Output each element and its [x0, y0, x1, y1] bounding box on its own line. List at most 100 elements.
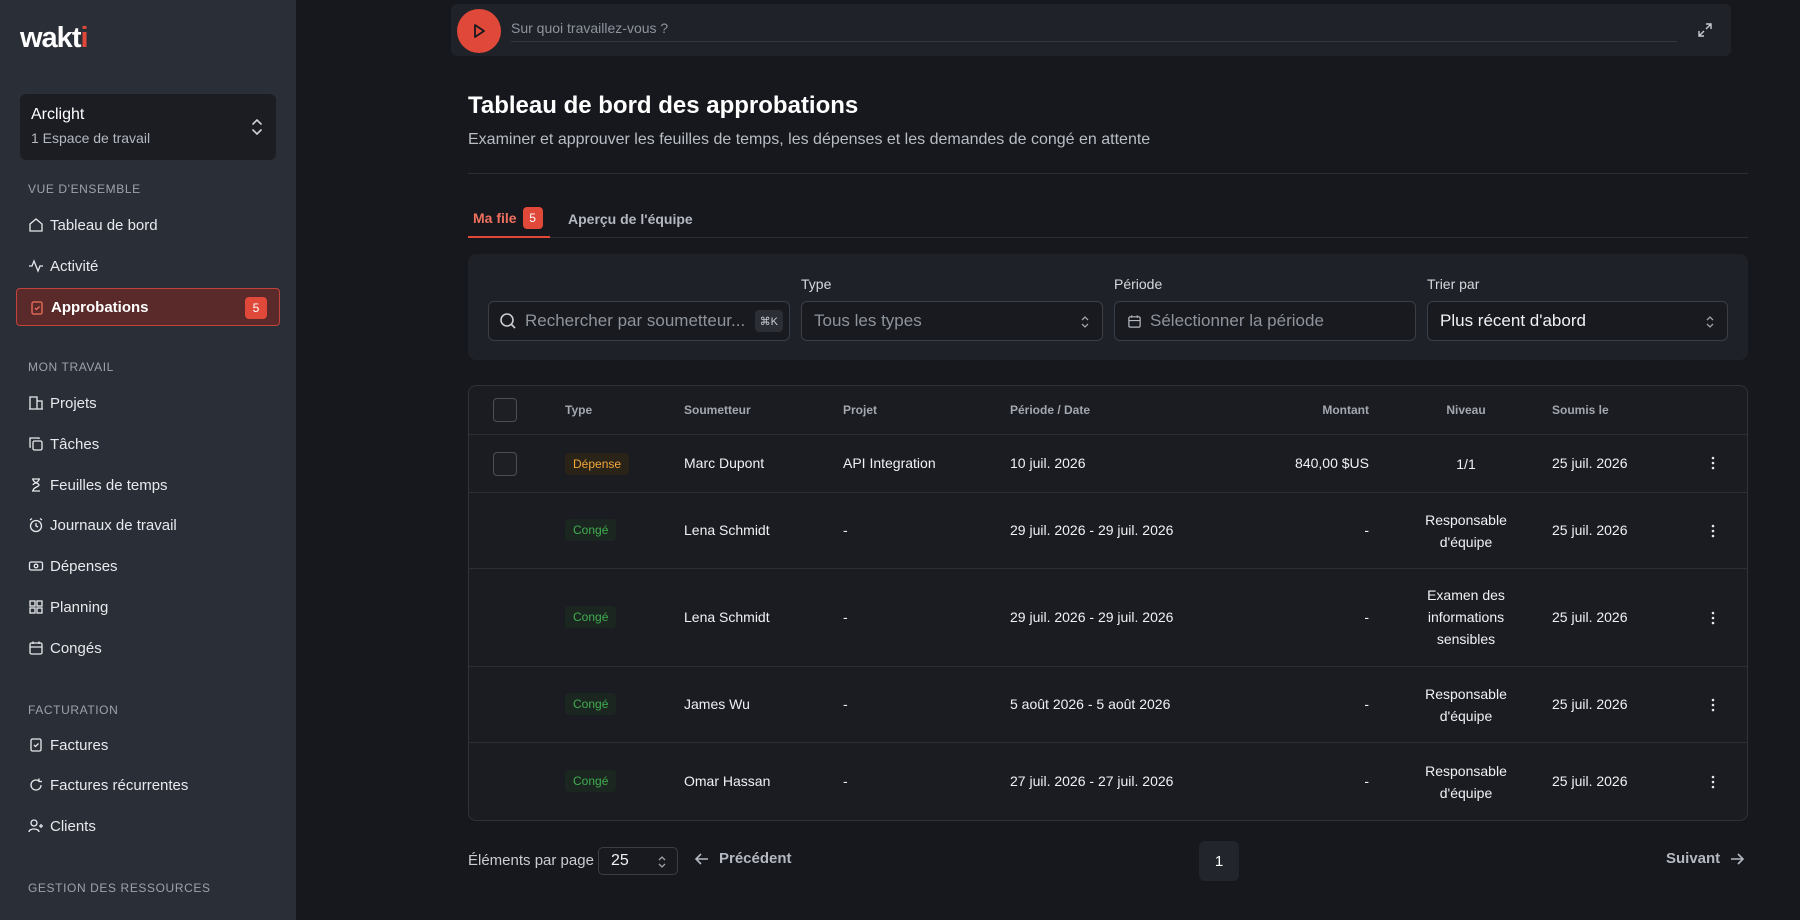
header-divider — [468, 173, 1748, 174]
row-actions-menu-icon[interactable] — [1711, 697, 1715, 713]
sidebar-item-label: Congés — [50, 639, 102, 657]
column-header-project[interactable]: Projet — [843, 403, 877, 417]
type-select[interactable]: Tous les types — [801, 301, 1103, 341]
sort-select[interactable]: Plus récent d'abord — [1427, 301, 1728, 341]
wakti-logo[interactable]: wakti — [20, 22, 89, 55]
page-number-button[interactable]: 1 — [1199, 841, 1239, 881]
sidebar-item-projects[interactable]: Projets — [16, 384, 280, 422]
column-header-level[interactable]: Niveau — [1409, 403, 1523, 417]
column-header-type[interactable]: Type — [565, 403, 592, 417]
row-actions-menu-icon[interactable] — [1711, 774, 1715, 790]
expand-icon[interactable] — [1697, 22, 1713, 38]
filters-panel: Rechercher par soumetteur... ⌘K Type Tou… — [468, 254, 1748, 360]
project-name: - — [843, 696, 848, 712]
sidebar-item-label: Approbations — [51, 298, 149, 316]
sidebar-item-tasks[interactable]: Tâches — [16, 425, 280, 463]
select-all-checkbox[interactable] — [493, 398, 517, 422]
row-actions-menu-icon[interactable] — [1711, 523, 1715, 539]
previous-page-label: Précédent — [719, 850, 792, 867]
next-page-label: Suivant — [1666, 850, 1721, 867]
column-header-amount[interactable]: Montant — [1261, 403, 1369, 417]
table-row[interactable]: Dépense Marc Dupont API Integration 10 j… — [469, 435, 1747, 493]
sidebar-item-expenses[interactable]: Dépenses — [16, 547, 280, 585]
approval-level: Responsable d'équipe — [1425, 686, 1507, 724]
column-header-period[interactable]: Période / Date — [1010, 403, 1090, 417]
submitter-name: Lena Schmidt — [684, 609, 770, 625]
submitted-date: 25 juil. 2026 — [1552, 696, 1628, 712]
amount: - — [1364, 522, 1369, 538]
column-header-submitted-on[interactable]: Soumis le — [1552, 403, 1609, 417]
copy-icon — [29, 437, 43, 451]
items-per-page-select[interactable]: 25 — [598, 847, 678, 875]
timer-description-input[interactable] — [511, 14, 1677, 42]
approval-level: Examen des informations sensibles — [1427, 587, 1505, 647]
submitted-date: 25 juil. 2026 — [1552, 609, 1628, 625]
tab-my-queue[interactable]: Ma file 5 — [468, 200, 550, 238]
search-input[interactable]: Rechercher par soumetteur... — [525, 311, 745, 331]
items-per-page-label: Éléments par page — [468, 852, 594, 869]
sidebar-item-label: Feuilles de temps — [50, 476, 168, 494]
sidebar-item-timesheets[interactable]: Feuilles de temps — [16, 466, 280, 504]
type-badge-leave: Congé — [565, 519, 617, 541]
project-name: - — [843, 609, 848, 625]
tab-label: Aperçu de l'équipe — [568, 211, 693, 227]
items-per-page-value: 25 — [611, 852, 629, 869]
sidebar-item-dashboard[interactable]: Tableau de bord — [16, 206, 280, 244]
sidebar-item-approvals[interactable]: Approbations 5 — [16, 288, 280, 326]
sidebar-item-planning[interactable]: Planning — [16, 588, 280, 626]
amount: - — [1364, 609, 1369, 625]
sidebar-item-work-logs[interactable]: Journaux de travail — [16, 506, 280, 544]
period-date: 29 juil. 2026 - 29 juil. 2026 — [1010, 609, 1174, 625]
submitter-name: Lena Schmidt — [684, 522, 770, 538]
time-tracker-bar — [451, 4, 1731, 56]
section-overview: VUE D'ENSEMBLE — [28, 182, 141, 196]
workspace-switcher[interactable]: Arclight 1 Espace de travail — [20, 94, 276, 160]
tab-team-overview[interactable]: Aperçu de l'équipe — [568, 200, 693, 238]
submitted-date: 25 juil. 2026 — [1552, 455, 1628, 471]
sidebar-item-clients[interactable]: Clients — [16, 807, 280, 845]
sidebar-item-invoices[interactable]: Factures — [16, 726, 280, 764]
search-shortcut-badge: ⌘K — [754, 310, 783, 332]
amount: - — [1364, 773, 1369, 789]
search-box[interactable]: Rechercher par soumetteur... ⌘K — [488, 301, 790, 341]
section-billing: FACTURATION — [28, 703, 119, 717]
type-select-value: Tous les types — [814, 311, 922, 330]
start-timer-button[interactable] — [457, 9, 501, 53]
table-row[interactable]: Congé Omar Hassan - 27 juil. 2026 - 27 j… — [469, 743, 1747, 820]
type-badge-leave: Congé — [565, 770, 617, 792]
page-subtitle: Examiner et approuver les feuilles de te… — [468, 131, 1151, 148]
project-name: - — [843, 522, 848, 538]
page-title: Tableau de bord des approbations — [468, 92, 859, 119]
sidebar-item-recurring-invoices[interactable]: Factures récurrentes — [16, 766, 280, 804]
approval-tabs: Ma file 5 Aperçu de l'équipe — [468, 200, 1748, 238]
table-row[interactable]: Congé Lena Schmidt - 29 juil. 2026 - 29 … — [469, 493, 1747, 569]
sidebar-item-label: Factures récurrentes — [50, 776, 189, 794]
period-date: 5 août 2026 - 5 août 2026 — [1010, 696, 1171, 712]
amount: - — [1364, 696, 1369, 712]
row-checkbox[interactable] — [493, 452, 517, 476]
receipt-check-icon — [30, 738, 42, 752]
table-row[interactable]: Congé Lena Schmidt - 29 juil. 2026 - 29 … — [469, 569, 1747, 667]
next-page-button[interactable]: Suivant — [1666, 850, 1745, 867]
previous-page-button[interactable]: Précédent — [694, 850, 792, 867]
activity-icon — [29, 259, 43, 273]
sidebar-item-leave[interactable]: Congés — [16, 629, 280, 667]
search-icon — [500, 313, 516, 329]
period-date: 27 juil. 2026 - 27 juil. 2026 — [1010, 773, 1174, 789]
grid-icon — [29, 600, 43, 614]
column-header-submitter[interactable]: Soumetteur — [684, 403, 751, 417]
period-filter-label: Période — [1114, 276, 1163, 292]
sort-select-value: Plus récent d'abord — [1440, 311, 1586, 330]
row-actions-menu-icon[interactable] — [1711, 455, 1715, 471]
period-picker[interactable]: Sélectionner la période — [1114, 301, 1416, 341]
play-icon — [474, 24, 485, 38]
table-row[interactable]: Congé James Wu - 5 août 2026 - 5 août 20… — [469, 667, 1747, 743]
row-actions-menu-icon[interactable] — [1711, 610, 1715, 626]
amount: 840,00 $US — [1295, 455, 1369, 471]
sidebar-item-label: Projets — [50, 394, 97, 412]
sidebar-item-label: Tableau de bord — [50, 216, 158, 234]
type-filter-label: Type — [801, 276, 832, 292]
sidebar-item-activity[interactable]: Activité — [16, 247, 280, 285]
sidebar-item-label: Tâches — [50, 435, 100, 453]
user-plus-icon — [28, 819, 43, 833]
